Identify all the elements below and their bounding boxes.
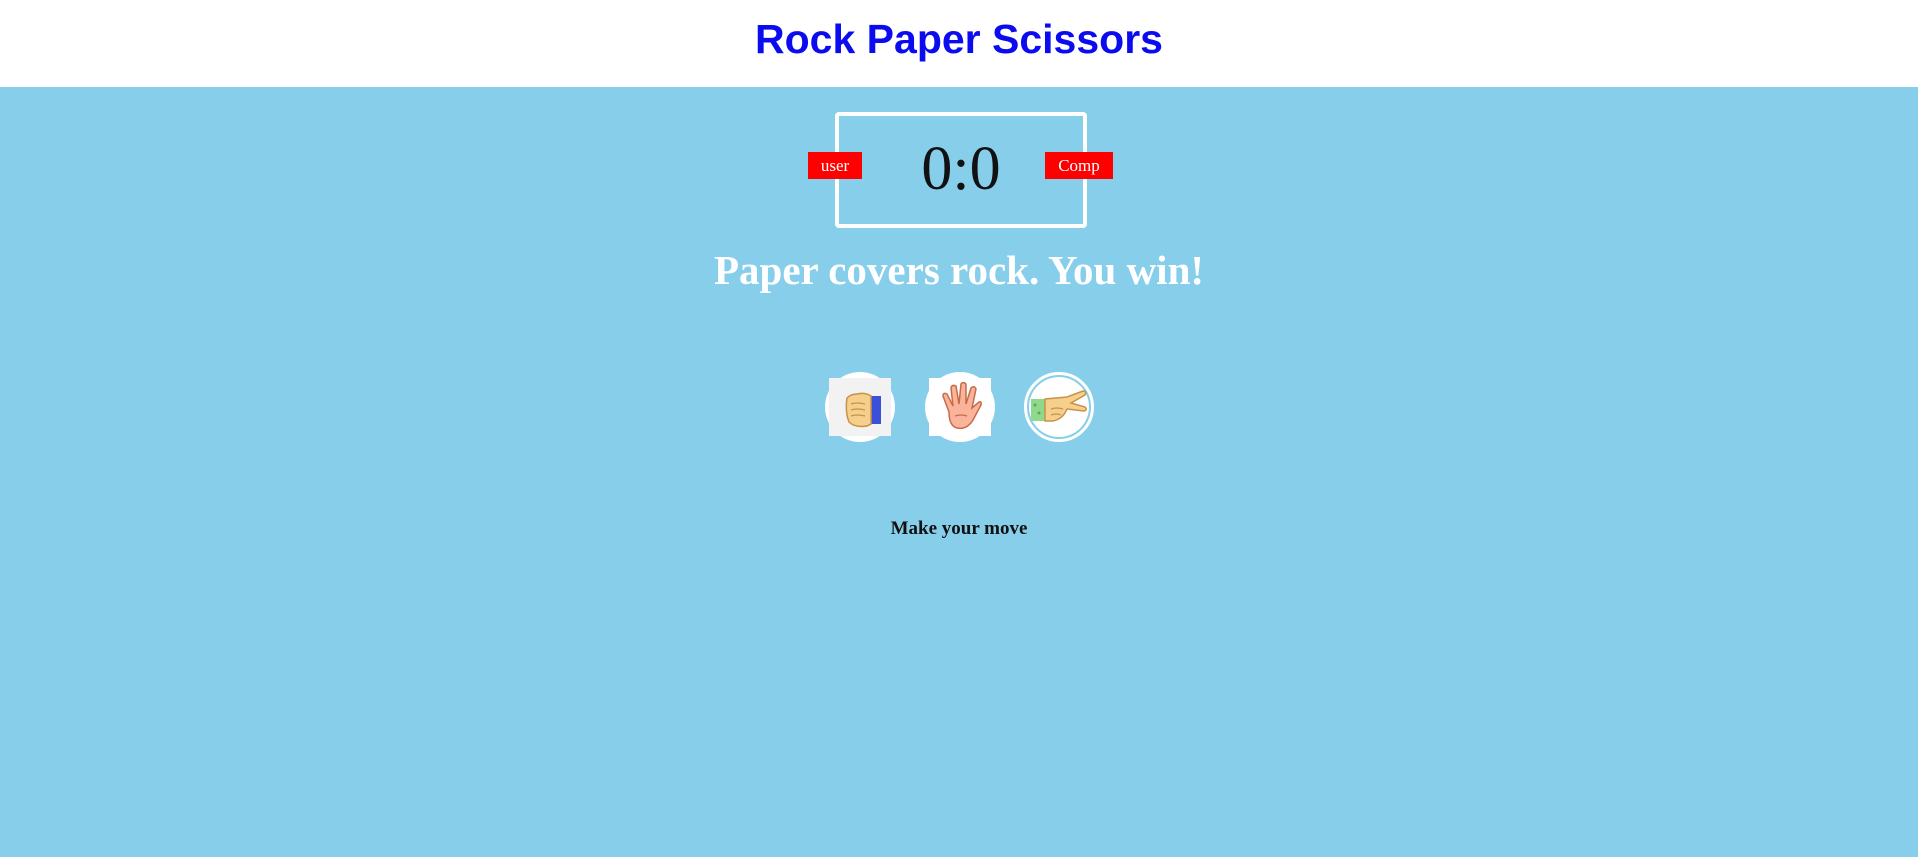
page-title: Rock Paper Scissors xyxy=(755,16,1163,62)
open-hand-icon xyxy=(929,378,991,436)
user-score-label: user xyxy=(808,152,862,179)
header: Rock Paper Scissors xyxy=(0,0,1918,87)
fist-icon xyxy=(829,378,891,436)
rock-button[interactable] xyxy=(825,372,895,442)
scissors-button[interactable] xyxy=(1024,372,1094,442)
comp-score-label: Comp xyxy=(1045,152,1113,179)
paper-button[interactable] xyxy=(925,372,995,442)
result-message: Paper covers rock. You win! xyxy=(713,247,1205,293)
move-prompt: Make your move xyxy=(890,518,1028,539)
scissors-hand-icon xyxy=(1029,377,1089,437)
